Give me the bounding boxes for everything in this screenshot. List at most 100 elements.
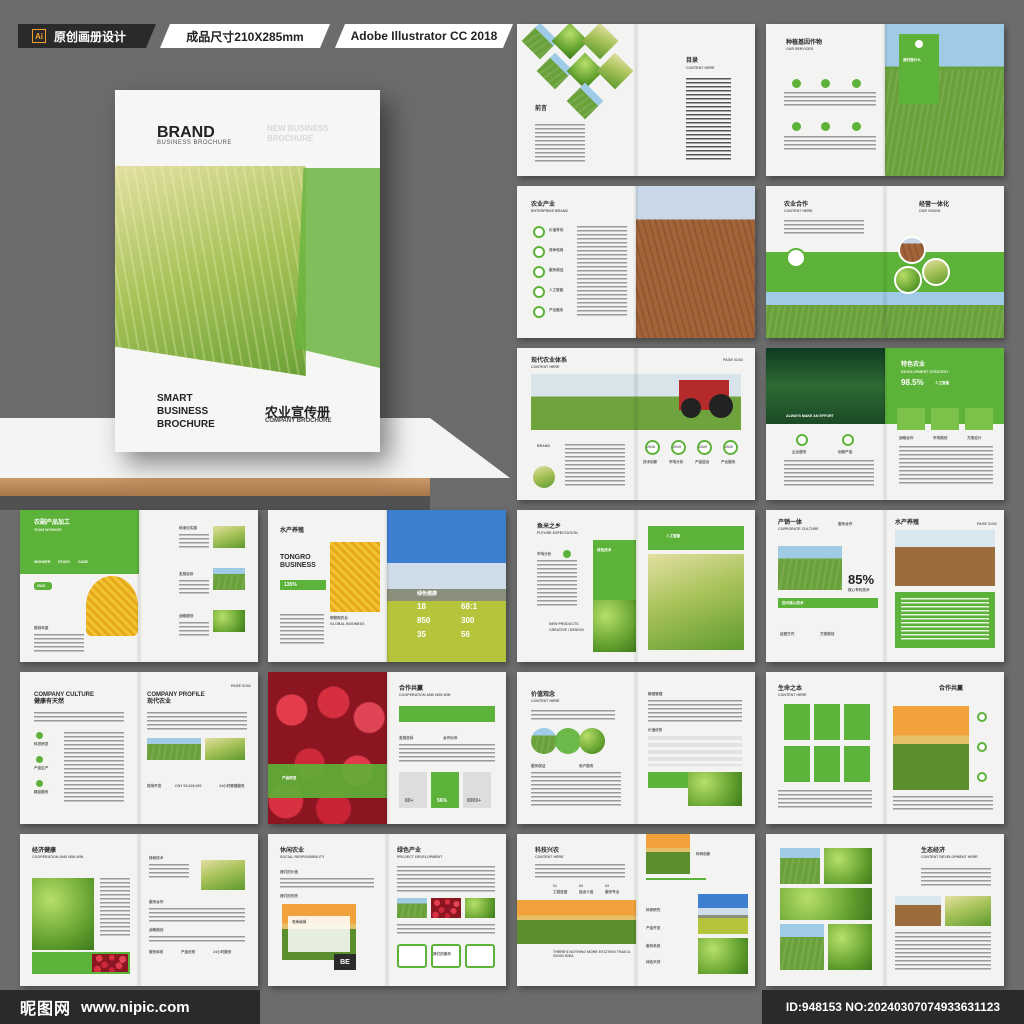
spread-modern-agriculture: 现代农业体系 CONTENT HERE PAGE 01/02 2018 2019… [517,348,755,500]
fish-rice-label: 市场分析 [537,552,552,556]
text-lines [565,444,625,488]
text-lines [535,864,625,878]
text-lines [895,932,991,972]
photo [465,898,495,918]
cover-smart-line2: BUSINESS [157,406,209,417]
text-lines [899,446,993,486]
green-tile [814,746,840,782]
econ-title: 经济健康 [32,848,57,854]
cover-brand-sub: BUSINESS BROCHURE [157,140,232,146]
econ-sub: COOPERATION AND WIN-WIN [32,855,84,859]
step-number: 03 [605,884,609,888]
win-sub: COOPERATION AND WIN-WIN [399,693,451,697]
wheat-photo [648,554,744,650]
featured-pct: 98.5% [901,378,924,387]
values-table [648,736,742,766]
step-label: 组合介绍 [579,890,594,894]
mountain-photo [698,894,748,934]
spread-production-sales: 产销一体 CORPORATE CULTURE 服务合作 85% 核心专利技术 四… [766,510,1004,662]
preface-title: 前言 [535,106,548,112]
processing-item: 标准化实施 [179,526,197,530]
toc-title: 目录 [686,58,699,64]
iot-sub: GLOBAL BUSINESS [330,622,365,626]
farmer-photo [205,738,245,760]
text-lines [397,924,495,936]
nipic-url[interactable]: www.nipic.com [81,999,190,1016]
econ-label: 持续技术 [149,856,164,860]
circle-photo [579,728,605,754]
feature-icon [977,742,987,752]
spread-aquaculture: 水产养殖 TONGRO BUSINESS 135% 物联网农业 GLOBAL B… [268,510,506,662]
item-icon [36,780,43,787]
iot-title: 物联网农业 [330,616,348,620]
text-lines [399,744,495,764]
footer-logo[interactable]: 昵图网 www.nipic.com [0,990,260,1024]
aquaculture-pct: 135% [284,582,297,588]
step-label: 工程进度 [553,890,568,894]
featured-label: 企业服务 [792,450,807,454]
leisure-label: 我们的服务 [433,952,451,956]
photo [431,898,461,918]
text-lines [784,220,864,234]
stat-value: 18 [417,602,426,611]
spread-processing: 农副产品加工 TEAM WORKER WONDER STUDY CASE 202… [20,510,258,662]
tech-quote: THERE'S NOTHING MORE EXCITING THAN A GOO… [553,950,631,958]
processing-sub: TEAM WORKER [34,528,62,532]
wheel-icon [786,248,806,268]
processing-title: 农副产品加工 [34,520,71,526]
tech-label: 科研研究 [646,908,661,912]
text-lines [535,124,585,164]
item-icon [36,732,43,739]
green-tile [844,746,870,782]
icon-tile [965,408,993,430]
icon-tile [931,408,959,430]
plant-photo [824,848,872,884]
desk-shadow [0,496,430,510]
tech-title: 科技兴农 [535,848,560,854]
tech-label: 科研创新 [696,852,711,856]
footer-id: ID:948153 NO:20240307074933631123 [762,990,1024,1024]
prod-sales-title: 产销一体 [778,520,803,526]
coop-title: 农业合作 [784,202,809,208]
photo [397,898,427,918]
service-icon [842,434,854,446]
item-icon [36,756,43,763]
services-title: 种植基因作物 [786,40,823,46]
terrace-photo [780,848,820,884]
photo [213,526,245,548]
text-lines [921,868,991,888]
spread-preface-toc: 前言 目录 CONTENT HERE [517,24,755,176]
text-lines [149,864,189,880]
year-label: 2018 [647,445,655,449]
recycle-icon [913,38,925,50]
profile-sub: 现代农业 [147,699,172,705]
text-lines [64,732,124,804]
spread-company-culture: COMPANY CULTURE 健康有天然 科技研发 产品生产 精品服务 COM… [20,672,258,824]
leisure-sub: SOCIAL RESPONSIBILITY [280,855,325,859]
coop-sub: CONTENT HERE [784,209,813,213]
service-icon [852,79,861,88]
tractor-photo [531,374,741,430]
be-badge: BE [334,954,356,970]
text-lines [34,634,84,652]
eco-sub: CONTENT DEVELOPMENT HERE [921,855,978,859]
win-title: 合作共赢 [399,686,424,692]
text-lines [179,622,209,638]
prod-sales-sub: CORPORATE CULTURE [778,527,819,531]
text-lines [100,878,130,938]
field-photo [147,738,201,760]
econ-label: 产品优势 [181,950,196,954]
cover-green-panel [295,168,380,368]
circle-photo [922,258,950,286]
life-title: 生命之本 [778,686,803,692]
service-icon [792,79,801,88]
text-lines [179,580,209,596]
leisure-label: 我们的优势 [280,894,298,898]
field-photo [778,546,842,590]
text-lines [577,226,627,318]
spread-cooperation: 农业合作 CONTENT HERE 经营一体化 OUR VISION [766,186,1004,338]
soil-photo [636,186,755,338]
featured-title: 特色农业 [901,362,926,368]
stat-value: 300 [461,616,475,625]
stat-value: 56 [461,630,470,639]
